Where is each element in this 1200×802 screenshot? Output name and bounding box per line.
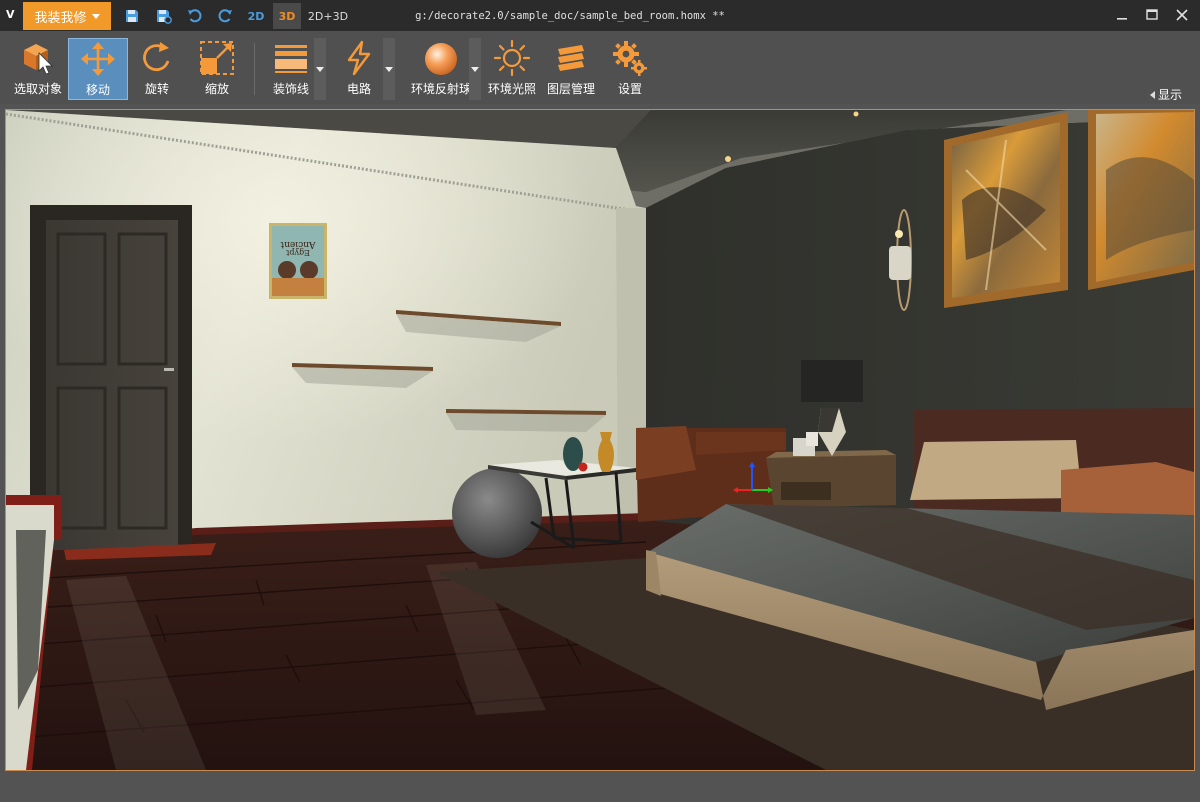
- tool-env-sphere-button[interactable]: 环境反射球: [408, 38, 474, 100]
- reflection-sphere-icon: [425, 43, 457, 75]
- redo-icon: [218, 9, 232, 23]
- show-panel-toggle[interactable]: 显示: [1149, 86, 1182, 103]
- rotate-icon: [143, 42, 170, 71]
- poster-line-2: Egypt: [285, 248, 310, 257]
- tool-env-light-label: 环境光照: [487, 82, 536, 96]
- tool-rotate-label: 旋转: [144, 82, 169, 96]
- tool-move-button[interactable]: 移动: [68, 38, 128, 100]
- tool-layers-button[interactable]: 图层管理: [544, 38, 598, 100]
- tool-settings-label: 设置: [617, 82, 642, 96]
- toolbar-separator: [254, 43, 255, 95]
- show-panel-label: 显示: [1157, 88, 1182, 102]
- status-bar: [0, 772, 1200, 802]
- close-icon: [1176, 9, 1188, 21]
- tool-layers-label: 图层管理: [546, 82, 595, 96]
- molding-dropdown-button[interactable]: [314, 38, 326, 100]
- title-bar: V 我装我修 2D 3D 2D+3D g:/decorate2.0/sample…: [0, 0, 1200, 31]
- chevron-down-icon: [91, 13, 100, 19]
- env-sphere-dropdown-button[interactable]: [469, 38, 481, 100]
- tool-molding-label: 装饰线: [272, 82, 309, 96]
- tool-move-label: 移动: [85, 83, 110, 97]
- sun-icon: [493, 39, 531, 77]
- select-object-icon: [24, 44, 53, 75]
- tool-circuit-button[interactable]: 电路: [336, 38, 382, 100]
- save-as-icon: [156, 10, 172, 24]
- redo-button[interactable]: [214, 5, 236, 27]
- gears-icon: [613, 41, 647, 76]
- undo-button[interactable]: [184, 5, 206, 27]
- scale-icon: [200, 41, 234, 75]
- tool-settings-button[interactable]: 设置: [607, 38, 653, 100]
- minimize-button[interactable]: [1109, 4, 1135, 26]
- main-toolbar: 选取对象 移动 旋转 缩放 装饰线 电路 环境反射球 环境光照 图层管理 设置 …: [0, 31, 1200, 104]
- chevron-down-icon: [471, 66, 479, 72]
- tool-select-label: 选取对象: [13, 82, 62, 96]
- minimize-icon: [1117, 18, 1127, 20]
- app-menu-button[interactable]: 我装我修: [23, 2, 111, 30]
- app-logo: V: [6, 8, 15, 21]
- chevron-down-icon: [316, 66, 324, 72]
- document-path: g:/decorate2.0/sample_doc/sample_bed_roo…: [415, 10, 725, 22]
- poster-line-1: Ancient: [280, 239, 316, 249]
- save-button[interactable]: [121, 5, 143, 27]
- maximize-icon: [1146, 9, 1158, 20]
- lightning-bolt-icon: [347, 40, 371, 76]
- mode-2d3d-button[interactable]: 2D+3D: [306, 3, 350, 29]
- mode-2d-button[interactable]: 2D: [243, 3, 269, 29]
- save-as-button[interactable]: [152, 5, 174, 27]
- save-icon: [126, 10, 138, 22]
- tool-rotate-button[interactable]: 旋转: [132, 38, 182, 100]
- tool-molding-button[interactable]: 装饰线: [266, 38, 316, 100]
- move-arrows-icon: [81, 42, 115, 76]
- layers-icon: [558, 45, 584, 71]
- close-button[interactable]: [1169, 4, 1195, 26]
- tool-env-light-button[interactable]: 环境光照: [485, 38, 539, 100]
- tool-scale-label: 缩放: [204, 82, 229, 96]
- decorative-molding-icon: [275, 45, 307, 73]
- app-menu-label: 我装我修: [34, 10, 87, 26]
- maximize-button[interactable]: [1139, 4, 1165, 26]
- 3d-scene-render[interactable]: Ancient Egypt: [6, 110, 1194, 770]
- chevron-left-icon: [1149, 90, 1155, 99]
- 3d-viewport[interactable]: Ancient Egypt: [5, 109, 1195, 771]
- undo-icon: [188, 9, 202, 23]
- chevron-down-icon: [385, 66, 393, 72]
- tool-circuit-label: 电路: [346, 82, 371, 96]
- window-title: g:/decorate2.0/sample_doc/sample_bed_roo…: [0, 10, 1200, 22]
- tool-env-sphere-label: 环境反射球: [410, 82, 471, 96]
- mode-3d-button[interactable]: 3D: [273, 3, 301, 29]
- tool-scale-button[interactable]: 缩放: [192, 38, 242, 100]
- tool-select-button[interactable]: 选取对象: [10, 38, 66, 100]
- circuit-dropdown-button[interactable]: [383, 38, 395, 100]
